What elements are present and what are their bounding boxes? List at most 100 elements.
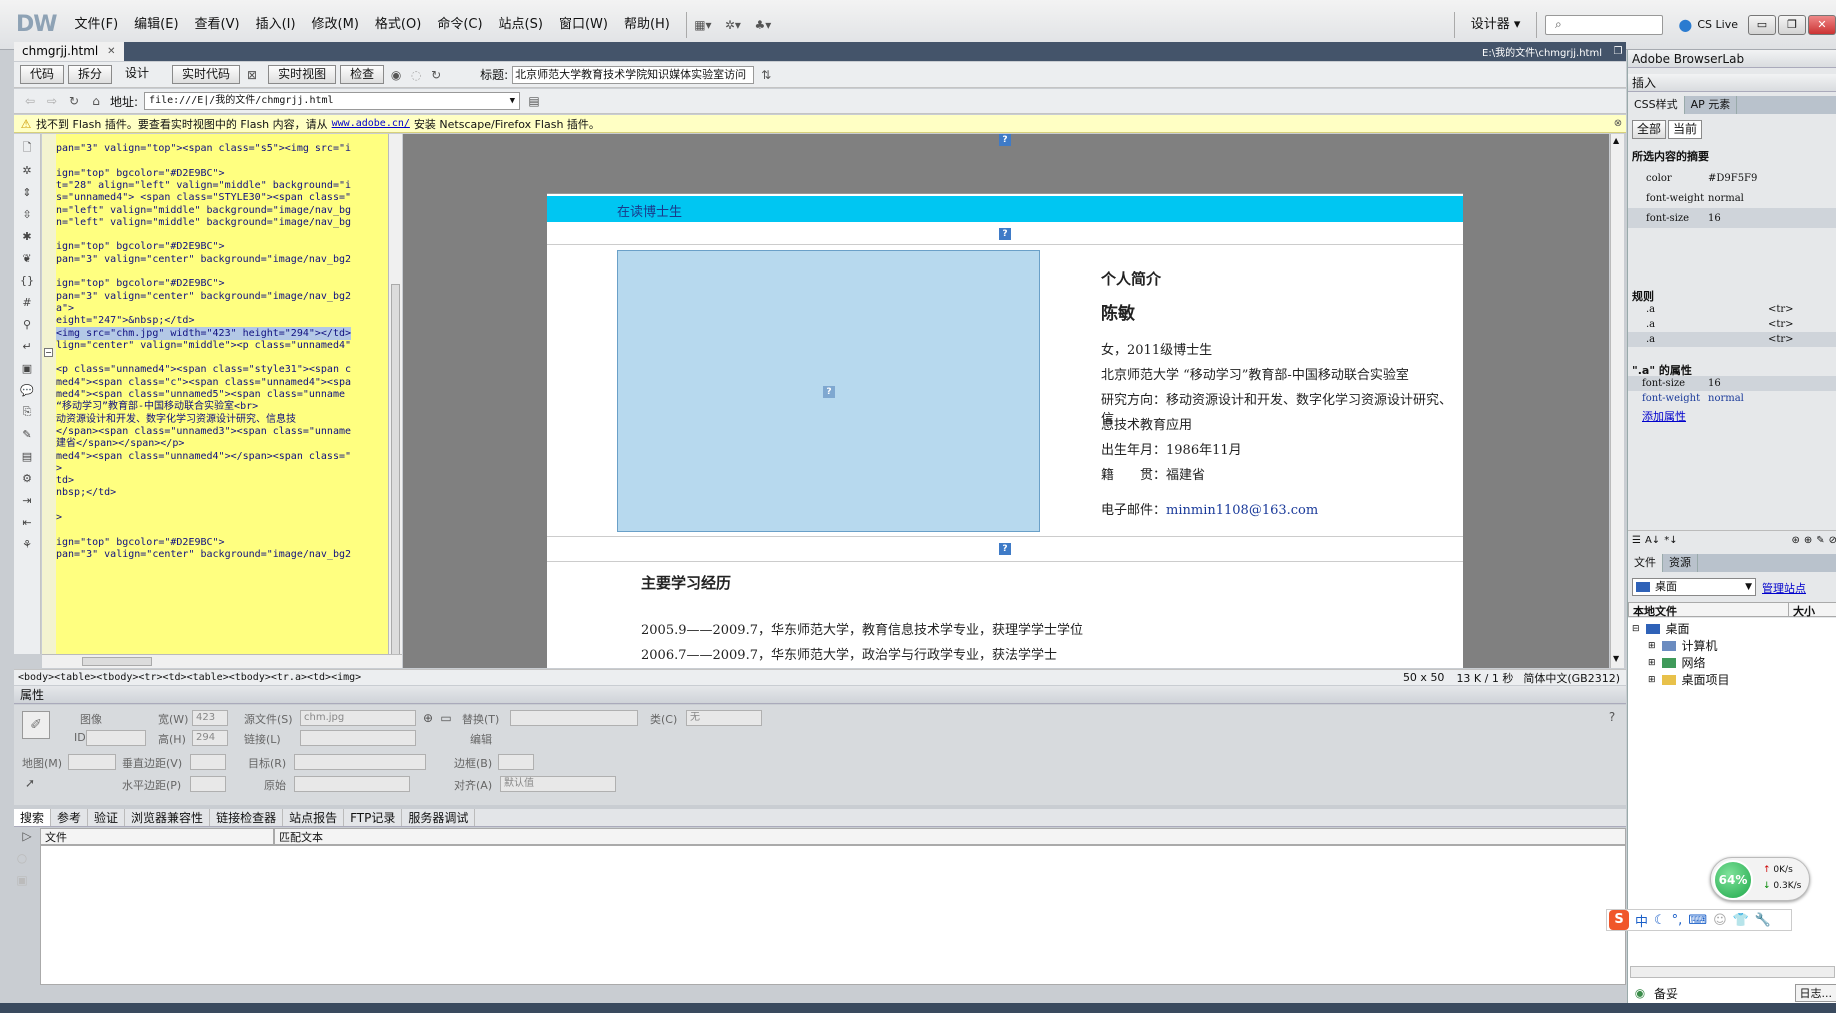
live-view-button[interactable]: 实时视图 — [268, 65, 337, 84]
properties-panel-header[interactable]: 属性 — [14, 686, 1626, 704]
manage-sites-link[interactable]: 管理站点 — [1762, 580, 1806, 596]
workspace-switcher[interactable]: 设计器 ▾ — [1463, 13, 1529, 37]
expand-icon[interactable]: ⊞ — [1648, 641, 1656, 651]
summary-row[interactable]: font-weight normal — [1628, 188, 1836, 208]
tab-link-checker[interactable]: 链接检查器 — [210, 809, 284, 826]
col-local-files[interactable]: 本地文件 — [1629, 603, 1789, 618]
design-vertical-scrollbar[interactable]: ▲ ▼ — [1610, 134, 1624, 668]
code-vertical-scrollbar[interactable] — [388, 134, 402, 664]
browserlab-panel[interactable]: Adobe BrowserLab — [1628, 50, 1836, 68]
tab-ap-elements[interactable]: AP 元素 — [1685, 96, 1738, 114]
inspect-button[interactable]: 检查 — [340, 65, 385, 84]
tab-assets[interactable]: 资源 — [1663, 554, 1698, 572]
id-field[interactable] — [86, 730, 146, 746]
point-to-file-icon[interactable]: ⊕ — [420, 710, 436, 726]
syntax-coloring-icon[interactable]: ▣ — [19, 360, 35, 376]
window-size[interactable]: 50 x 50 — [1403, 671, 1445, 684]
target-select[interactable] — [294, 754, 426, 770]
validate-icon[interactable]: ◌ — [408, 67, 424, 83]
network-speed-widget[interactable]: 64% ↑ 0K/s ↓ 0.3K/s — [1710, 857, 1810, 901]
site-icon[interactable]: ♣▾ — [754, 17, 771, 33]
hspace-field[interactable] — [190, 776, 226, 792]
split-view-button[interactable]: 拆分 — [68, 65, 113, 84]
collapse-selection-icon[interactable]: ⇳ — [19, 206, 35, 222]
skin-icon[interactable]: 👕 — [1733, 913, 1749, 928]
all-button[interactable]: 全部 — [1632, 120, 1667, 139]
remove-comment-icon[interactable]: ⎘ — [19, 404, 35, 420]
col-size[interactable]: 大小 — [1789, 603, 1815, 618]
tab-search[interactable]: 搜索 — [14, 809, 52, 826]
align-select[interactable]: 默认值 — [500, 776, 616, 792]
tab-browser-compat[interactable]: 浏览器兼容性 — [125, 809, 211, 826]
word-wrap-icon[interactable]: ↵ — [19, 338, 35, 354]
select-parent-tag-icon[interactable]: ❦ — [19, 250, 35, 266]
tab-css-styles[interactable]: CSS样式 — [1628, 96, 1685, 114]
document-tab[interactable]: chmgrjj.html ✕ — [14, 42, 125, 61]
tab-validation[interactable]: 验证 — [88, 809, 126, 826]
title-input[interactable]: 北京师范大学教育技术学院知识媒体实验室访问 — [512, 65, 755, 84]
menu-commands[interactable]: 命令(C) — [429, 13, 490, 37]
show-set-icon[interactable]: *↓ — [1664, 535, 1677, 546]
border-field[interactable] — [498, 754, 534, 770]
tab-server-debug[interactable]: 服务器调试 — [402, 809, 476, 826]
expand-icon[interactable]: ⊞ — [1648, 658, 1656, 668]
insert-panel[interactable]: 插入 — [1628, 74, 1836, 92]
keyboard-icon[interactable]: ⌨ — [1688, 913, 1707, 928]
collapse-icon[interactable]: ⊟ — [1632, 624, 1640, 634]
help-icon[interactable]: ? — [1604, 709, 1620, 725]
tab-files[interactable]: 文件 — [1628, 554, 1663, 572]
stop-icon[interactable]: ○ — [14, 850, 30, 866]
open-documents-icon[interactable]: 🗋 — [19, 140, 35, 156]
close-icon[interactable]: ✕ — [106, 44, 116, 60]
show-list-icon[interactable]: A↓ — [1645, 535, 1660, 546]
indent-icon[interactable]: ⇥ — [19, 492, 35, 508]
ime-lang[interactable]: 中 — [1635, 911, 1648, 930]
scroll-up-icon[interactable]: ▲ — [1613, 136, 1619, 145]
show-code-navigator-icon[interactable]: ✲ — [19, 162, 35, 178]
add-property-link[interactable]: 添加属性 — [1642, 408, 1686, 424]
refresh-icon[interactable]: ↻ — [428, 67, 444, 83]
live-view-options-icon[interactable]: ▤ — [526, 93, 542, 109]
menu-format[interactable]: 格式(O) — [367, 13, 429, 37]
highlight-invalid-icon[interactable]: ⚲ — [19, 316, 35, 332]
log-button[interactable]: 日志... — [1794, 984, 1836, 1002]
menu-edit[interactable]: 编辑(E) — [126, 13, 186, 37]
live-code-button[interactable]: 实时代码 — [172, 65, 241, 84]
show-category-icon[interactable]: ☰ — [1632, 535, 1641, 546]
balance-braces-icon[interactable]: {} — [19, 272, 35, 288]
files-hscrollbar[interactable] — [1630, 966, 1835, 978]
browser-preview-icon[interactable]: ◉ — [388, 67, 404, 83]
results-list[interactable] — [40, 845, 1626, 985]
menu-site[interactable]: 站点(S) — [491, 13, 551, 37]
menu-help[interactable]: 帮助(H) — [616, 13, 678, 37]
reload-icon[interactable]: ↻ — [66, 93, 82, 109]
restore-doc-icon[interactable]: ❐ — [1610, 44, 1626, 60]
back-icon[interactable]: ⇦ — [22, 93, 38, 109]
code-editor[interactable]: pan="3" valign="top"><span class="s5"><i… — [42, 134, 388, 654]
portrait-image-placeholder[interactable]: ? — [617, 250, 1040, 532]
current-button[interactable]: 当前 — [1668, 120, 1703, 139]
extend-icon[interactable]: ✲▾ — [725, 17, 741, 33]
menu-window[interactable]: 窗口(W) — [551, 13, 616, 37]
code-view-button[interactable]: 代码 — [20, 65, 65, 84]
tab-site-reports[interactable]: 站点报告 — [283, 809, 345, 826]
design-view[interactable]: ? 在读博士生 ? ? 个人简介 陈敏 女，2011级博士生 北京师范大学 “移… — [403, 134, 1609, 668]
rule-row[interactable]: .a <tr> — [1628, 302, 1836, 317]
user-icon[interactable]: ☺ — [1713, 913, 1727, 928]
close-icon[interactable]: ⊗ — [1610, 116, 1626, 132]
menu-modify[interactable]: 修改(M) — [304, 13, 367, 37]
cs-live[interactable]: CS Live — [1697, 18, 1738, 31]
file-management-icon[interactable]: ⇅ — [758, 67, 774, 83]
outdent-icon[interactable]: ⇤ — [19, 514, 35, 530]
location-select[interactable]: 桌面 ▼ — [1632, 578, 1756, 596]
rule-row[interactable]: .a <tr> — [1628, 332, 1836, 347]
sogou-logo-icon[interactable]: S — [1609, 910, 1629, 930]
scroll-down-icon[interactable]: ▼ — [1613, 654, 1619, 663]
tab-reference[interactable]: 参考 — [51, 809, 89, 826]
play-icon[interactable]: ▷ — [14, 828, 40, 844]
edit-rule-icon[interactable]: ✎ — [1816, 535, 1824, 546]
tag-path[interactable]: <body><table><tbody><tr><td><table><tbod… — [18, 672, 361, 683]
tab-ftp-log[interactable]: FTP记录 — [344, 809, 403, 826]
menu-file[interactable]: 文件(F) — [67, 13, 127, 37]
wrap-tag-icon[interactable]: ✎ — [19, 426, 35, 442]
